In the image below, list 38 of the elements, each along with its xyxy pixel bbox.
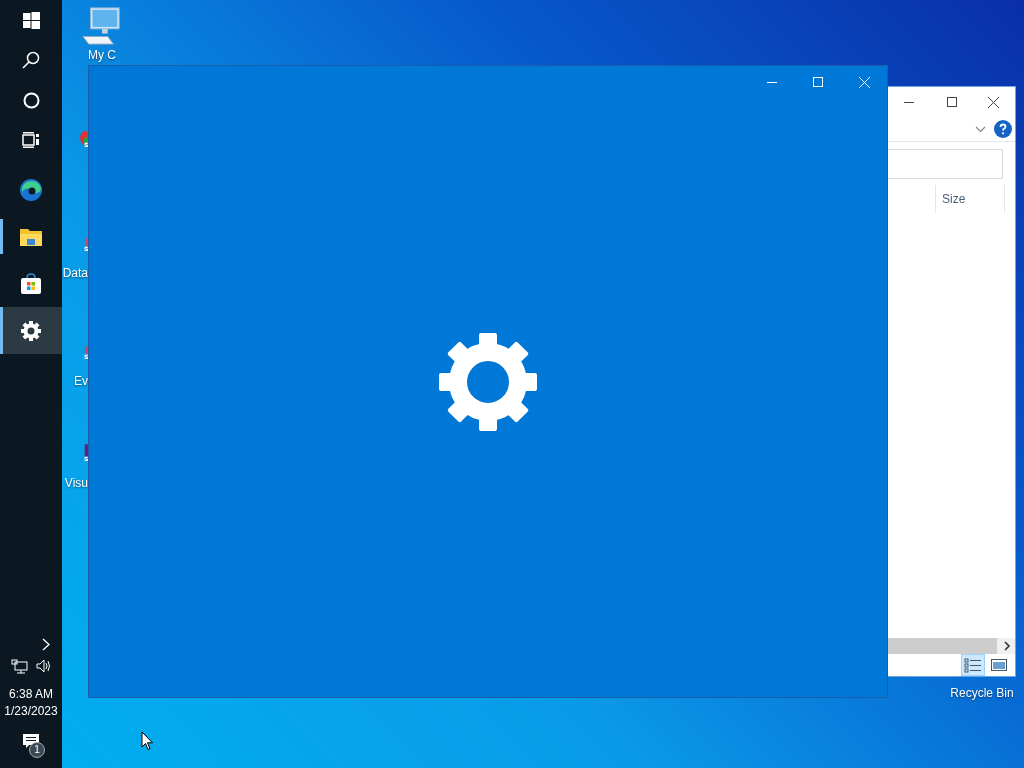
- network-icon[interactable]: [10, 659, 28, 674]
- volume-icon[interactable]: [35, 659, 52, 673]
- column-header[interactable]: Size: [935, 185, 1005, 213]
- picture-view-icon: [991, 659, 1007, 671]
- expand-ribbon-icon[interactable]: [975, 125, 986, 133]
- desktop-icon-label: Ev: [74, 374, 88, 389]
- gear-icon: [21, 320, 41, 341]
- clock-time: 6:38 AM: [9, 686, 53, 703]
- action-center-button[interactable]: 1: [17, 730, 45, 760]
- horizontal-scrollbar[interactable]: [888, 638, 1015, 654]
- folder-icon: [19, 226, 43, 247]
- circle-icon: [22, 91, 40, 109]
- close-icon: [858, 76, 870, 88]
- shopping-bag-icon: [19, 271, 43, 296]
- desktop-icon-label: My C: [88, 48, 116, 63]
- clock-date: 1/23/2023: [4, 703, 58, 720]
- desktop-icon-label: Visu: [64, 476, 88, 491]
- close-icon: [988, 96, 1000, 108]
- desktop-icon-label: Data: [62, 266, 88, 281]
- desktop-icon-label: Recycle Bin: [950, 686, 1014, 701]
- settings-app-button[interactable]: [0, 307, 62, 354]
- swirl-icon: [19, 177, 43, 202]
- task-view-icon: [22, 132, 40, 148]
- minimize-icon: [767, 81, 777, 83]
- notification-count: 1: [29, 742, 45, 758]
- search-icon: [22, 51, 40, 69]
- maximize-icon: [946, 97, 957, 107]
- computer-icon[interactable]: [81, 6, 123, 46]
- maximize-icon: [813, 77, 823, 87]
- scroll-right-icon: [1003, 641, 1011, 651]
- clock[interactable]: 6:38 AM 1/23/2023: [0, 686, 62, 720]
- mouse-pointer-icon: [141, 731, 154, 751]
- details-view-icon: [964, 657, 982, 673]
- minimize-icon: [904, 101, 915, 103]
- help-icon[interactable]: [994, 120, 1012, 138]
- details-view-button[interactable]: [961, 654, 985, 676]
- chevron-right-icon: [42, 637, 50, 651]
- windows-logo-icon: [22, 11, 40, 29]
